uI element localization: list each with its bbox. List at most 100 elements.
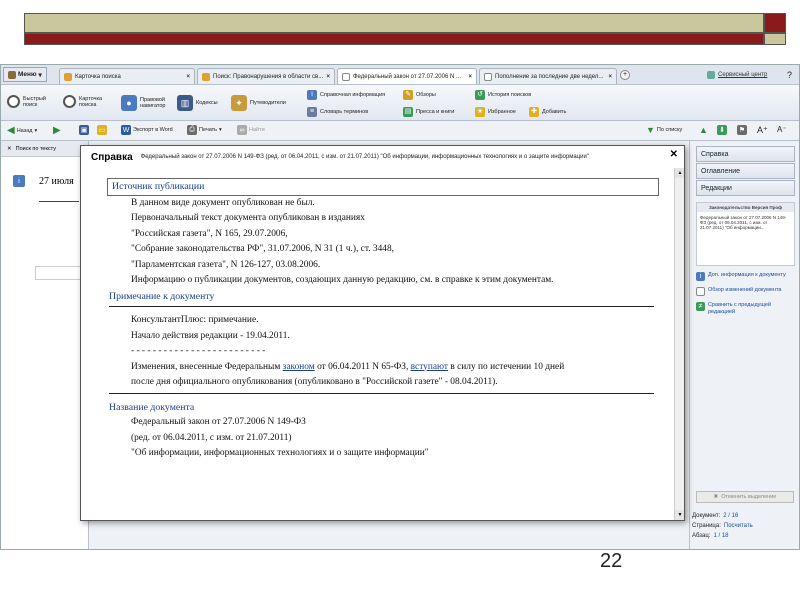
left-pane-header-label: Поиск по тексту bbox=[15, 145, 57, 152]
compare-link[interactable]: ≠ Сравнить с предыдущей редакцией bbox=[696, 302, 795, 316]
law-link[interactable]: законом bbox=[283, 362, 315, 372]
menu-button[interactable]: Меню ▾ bbox=[3, 67, 47, 82]
bookmark-button[interactable]: ⬇ bbox=[717, 125, 727, 135]
dialog-scrollbar[interactable]: ▲ ▼ bbox=[674, 168, 684, 520]
search-card-button[interactable]: Карточка поиска bbox=[63, 95, 115, 108]
reference-info-link[interactable]: i Справочная информация bbox=[307, 90, 385, 100]
info-box-title: Законодательство Версия Проф bbox=[697, 203, 794, 212]
to-list-button[interactable]: ▼ По списку bbox=[646, 125, 682, 135]
service-center-link[interactable]: Сервисный центр bbox=[707, 71, 767, 79]
scroll-down-icon[interactable]: ▼ bbox=[675, 510, 684, 520]
tab-label: Поиск: Правонарушения в области св... bbox=[213, 73, 324, 80]
to-list-label: По списку bbox=[656, 127, 683, 133]
close-icon[interactable]: ✕ bbox=[670, 149, 678, 160]
find-button[interactable]: ∞ Найти bbox=[237, 125, 265, 135]
section-note-body: КонсультантПлюс: примечание. Начало дейс… bbox=[109, 313, 661, 391]
link-label: Доп. информация к документу bbox=[708, 272, 786, 278]
tab-updates[interactable]: Пополнение за последние две недел... × bbox=[479, 68, 617, 84]
print-label: Печать bbox=[199, 127, 218, 133]
link-label: Пресса и книги bbox=[416, 109, 455, 115]
close-icon[interactable]: ✕ bbox=[7, 146, 12, 152]
forward-button[interactable]: ▶ bbox=[53, 125, 61, 136]
text-line: "Об информации, информационных технологи… bbox=[131, 448, 429, 458]
tab-document[interactable]: Федеральный закон от 27.07.2006 N ... × bbox=[337, 68, 477, 84]
tab-label: Пополнение за последние две недел... bbox=[495, 73, 604, 80]
dialog-title: Справка bbox=[91, 151, 133, 163]
button-label: Кодексы bbox=[196, 100, 218, 106]
save-button[interactable]: ▣ bbox=[79, 125, 89, 135]
compare-icon: ≠ bbox=[696, 302, 705, 311]
text-line: - - - - - - - - - - - - - - - - - - - - … bbox=[131, 346, 266, 356]
folder-icon: ▭ bbox=[97, 125, 107, 135]
quick-search-button[interactable]: Быстрый поиск bbox=[7, 95, 57, 108]
new-tab-icon[interactable]: + bbox=[620, 70, 630, 80]
doc-value: 2 / 16 bbox=[723, 513, 739, 519]
search-history-link[interactable]: ↺ История поисков bbox=[475, 90, 531, 100]
band-red-small bbox=[764, 13, 786, 33]
page-count-link[interactable]: Посчитать bbox=[724, 523, 753, 529]
text-line: "Собрание законодательства РФ", 31.07.20… bbox=[131, 244, 394, 254]
section-source-body: В данном виде документ опубликован не бы… bbox=[109, 196, 661, 289]
editions-tab-label: Редакции bbox=[701, 184, 732, 192]
section-note-title: Примечание к документу bbox=[109, 290, 215, 302]
star-add-icon: ✚ bbox=[529, 107, 539, 117]
band-dark-red bbox=[24, 33, 764, 45]
flag-button[interactable]: ⚑ bbox=[737, 125, 747, 135]
link-label: Обзоры bbox=[416, 92, 436, 98]
clear-label: Отменить выделение bbox=[721, 494, 777, 500]
books-icon: ▤ bbox=[403, 107, 413, 117]
clear-icon: ✖ bbox=[713, 494, 719, 500]
reviews-link[interactable]: ✎ Обзоры bbox=[403, 90, 436, 100]
text-line: В данном виде документ опубликован не бы… bbox=[131, 197, 315, 208]
contents-tab[interactable]: Оглавление bbox=[696, 163, 795, 179]
divider bbox=[109, 392, 654, 394]
clear-selection-button[interactable]: ✖ Отменить выделение bbox=[696, 491, 794, 503]
codes-button[interactable]: ▥ Кодексы bbox=[177, 95, 218, 111]
dialog-title-bar: Справка Федеральный закон от 27.07.2006 … bbox=[81, 146, 684, 168]
help-dialog: Справка Федеральный закон от 27.07.2006 … bbox=[80, 145, 685, 521]
font-larger-button[interactable]: A⁺ bbox=[757, 125, 768, 136]
scroll-up-icon[interactable]: ▲ bbox=[675, 168, 684, 178]
glossary-link[interactable]: ≡ Словарь терминов bbox=[307, 107, 368, 117]
help-icon[interactable]: ? bbox=[787, 70, 792, 80]
tab-search-results[interactable]: Поиск: Правонарушения в области св... × bbox=[197, 68, 335, 84]
document-toolbar: ◀ Назад ▾ ▶ ▣ ▭ W Экспорт в Word ⎙ Печат… bbox=[1, 121, 799, 141]
export-word-button[interactable]: W Экспорт в Word bbox=[121, 125, 173, 135]
editions-tab[interactable]: Редакции bbox=[696, 180, 795, 196]
export-label: Экспорт в Word bbox=[133, 127, 173, 133]
search-card-icon bbox=[64, 72, 72, 81]
link-label: Избранное bbox=[488, 109, 516, 115]
effect-link[interactable]: вступают bbox=[411, 362, 448, 372]
doc-button[interactable]: ▭ bbox=[97, 125, 107, 135]
help-tab[interactable]: Справка bbox=[696, 146, 795, 162]
close-icon[interactable]: × bbox=[608, 74, 612, 80]
close-icon[interactable]: × bbox=[468, 74, 472, 80]
favorites-link[interactable]: ★ Избранное bbox=[475, 107, 516, 117]
navigator-icon: ● bbox=[121, 95, 137, 111]
extra-info-link[interactable]: i Доп. информация к документу bbox=[696, 272, 795, 281]
text-fragment: в силу по истечении 10 дней bbox=[448, 361, 565, 372]
changes-review-link[interactable]: Обзор изменений документа bbox=[696, 287, 795, 296]
back-button[interactable]: ◀ Назад ▾ bbox=[7, 125, 37, 136]
guides-button[interactable]: ✦ Путеводители bbox=[231, 95, 286, 111]
up-button[interactable]: ▲ bbox=[699, 125, 708, 135]
section-source-title: Источник публикации bbox=[107, 178, 659, 196]
close-icon[interactable]: × bbox=[186, 74, 190, 80]
section-name-title: Название документа bbox=[109, 401, 195, 413]
search-icon bbox=[202, 72, 210, 81]
link-label: Сравнить с предыдущей редакцией bbox=[708, 302, 772, 315]
guide-icon: ✦ bbox=[231, 95, 247, 111]
tab-search-card[interactable]: Карточка поиска × bbox=[59, 68, 195, 84]
font-smaller-button[interactable]: A⁻ bbox=[777, 125, 787, 134]
word-icon: W bbox=[121, 125, 131, 135]
print-button[interactable]: ⎙ Печать ▾ bbox=[187, 125, 222, 135]
button-label: Быстрый поиск bbox=[23, 95, 46, 108]
text-line: "Российская газета", N 165, 29.07.2006, bbox=[131, 228, 288, 239]
doc-label: Документ: bbox=[692, 513, 721, 519]
tab-label: Карточка поиска bbox=[75, 73, 121, 80]
press-books-link[interactable]: ▤ Пресса и книги bbox=[403, 107, 454, 117]
add-favorite-link[interactable]: ✚ Добавить bbox=[529, 107, 566, 117]
doc-nav-info: Документ: 2 / 16 Страница: Посчитать Абзац… bbox=[690, 509, 799, 539]
close-icon[interactable]: × bbox=[326, 74, 330, 80]
legal-navigator-button[interactable]: ● Правовой навигатор bbox=[121, 95, 175, 111]
